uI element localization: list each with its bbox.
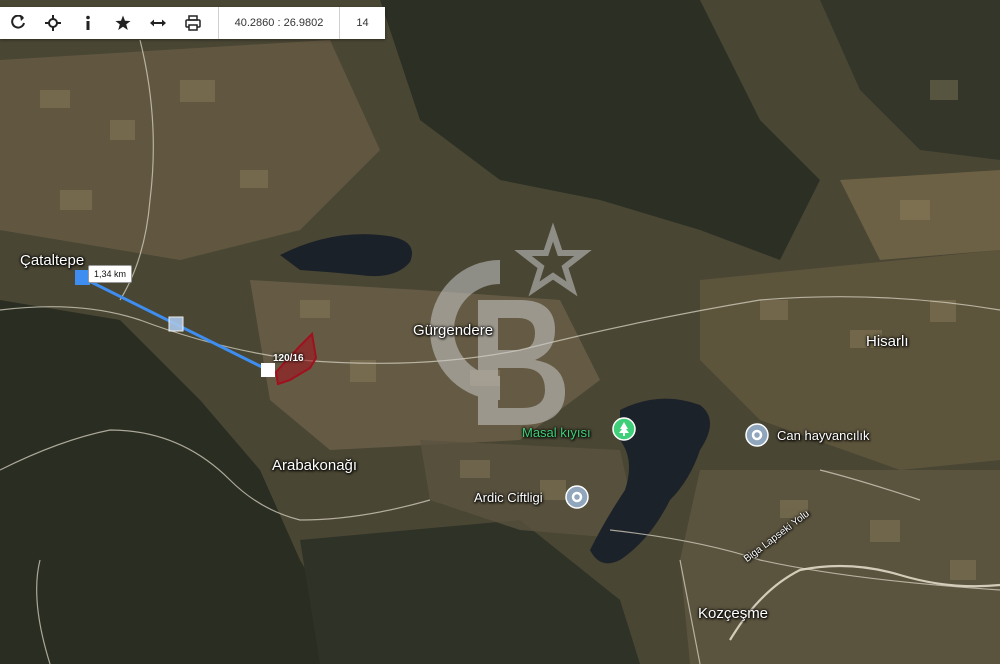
location-pin-icon[interactable] xyxy=(745,423,769,447)
refresh-icon xyxy=(10,15,25,29)
place-gurgendere: Gürgendere xyxy=(413,322,494,339)
center-button[interactable] xyxy=(35,7,70,39)
star-icon xyxy=(114,15,131,30)
place-kozcesme: Kozçeşme xyxy=(698,605,769,622)
print-icon xyxy=(184,15,201,31)
measure-button[interactable] xyxy=(140,7,175,39)
info-button[interactable] xyxy=(70,7,105,39)
satellite-map[interactable] xyxy=(0,0,1000,664)
place-arabakonagi: Arabakonağı xyxy=(272,457,358,474)
measure-end-handle[interactable] xyxy=(261,363,275,377)
crosshair-icon xyxy=(44,15,61,31)
poi-ardic-ciftligi[interactable]: Ardic Ciftligi xyxy=(474,490,543,505)
zoom-level: 14 xyxy=(356,17,369,29)
parcel-label: 120/16 xyxy=(273,353,304,364)
place-cataltepe: Çataltepe xyxy=(20,252,85,269)
measure-icon xyxy=(149,19,166,27)
info-icon xyxy=(85,15,90,30)
poi-masal-kiyisi[interactable]: Masal kıyısı xyxy=(522,425,591,440)
coordinates-readout: 40.2860 : 26.9802 xyxy=(218,7,340,39)
location-pin-icon[interactable] xyxy=(565,485,589,509)
measure-distance-tag: 1,34 km xyxy=(88,265,133,283)
favorite-button[interactable] xyxy=(105,7,140,39)
print-button[interactable] xyxy=(175,7,210,39)
map-toolbar: 40.2860 : 26.9802 14 xyxy=(0,7,385,39)
tree-pin-icon[interactable] xyxy=(612,417,636,441)
refresh-button[interactable] xyxy=(0,7,35,39)
poi-can-hayvancilik[interactable]: Can hayvancılık xyxy=(777,428,870,443)
measure-midpoint-handle[interactable] xyxy=(168,316,184,332)
place-hisarli: Hisarlı xyxy=(866,333,909,350)
